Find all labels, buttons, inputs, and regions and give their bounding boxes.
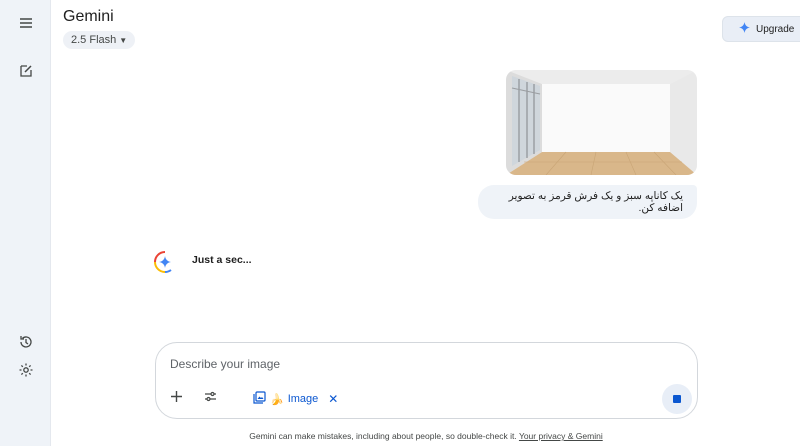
- model-label: 2.5 Flash: [71, 34, 117, 46]
- banana-icon: 🍌: [270, 393, 284, 406]
- user-message-text: یک کاناپه سبز و یک فرش قرمز به تصویر اضا…: [508, 190, 683, 214]
- close-icon[interactable]: ✕: [328, 392, 338, 406]
- image-library-icon: [253, 391, 266, 407]
- menu-icon: [18, 15, 34, 36]
- uploaded-room-image[interactable]: [506, 70, 697, 175]
- prompt-composer: 🍌 Image ✕: [155, 342, 698, 419]
- stop-button[interactable]: [662, 384, 692, 414]
- plus-icon: [170, 390, 183, 408]
- image-chip-label: Image: [287, 393, 319, 405]
- stop-icon: [673, 395, 681, 403]
- sidebar: [0, 0, 51, 446]
- menu-button[interactable]: [12, 11, 40, 39]
- activity-icon: [18, 334, 34, 355]
- gemini-loading-icon: [153, 250, 177, 274]
- status-text: Just a sec...: [192, 254, 252, 266]
- settings-icon: [18, 362, 34, 383]
- new-chat-button[interactable]: [12, 59, 40, 87]
- prompt-input[interactable]: [170, 356, 590, 372]
- app-title: Gemini: [63, 8, 114, 25]
- activity-button[interactable]: [12, 330, 40, 358]
- add-button[interactable]: [165, 388, 187, 410]
- new-chat-icon: [18, 63, 34, 84]
- settings-button[interactable]: [12, 358, 40, 386]
- upgrade-label: Upgrade: [756, 23, 795, 35]
- upgrade-button[interactable]: Upgrade: [722, 16, 800, 42]
- model-selector[interactable]: 2.5 Flash ▼: [63, 31, 136, 49]
- sparkle-icon: [739, 22, 750, 36]
- disclaimer: Gemini can make mistakes, including abou…: [0, 431, 800, 441]
- caret-down-icon: ▼: [119, 35, 128, 45]
- image-tool-chip[interactable]: 🍌 Image ✕: [253, 388, 338, 410]
- tools-button[interactable]: [199, 388, 221, 410]
- privacy-link[interactable]: Your privacy & Gemini: [519, 431, 603, 441]
- tune-icon: [204, 390, 217, 408]
- disclaimer-text: Gemini can make mistakes, including abou…: [249, 431, 517, 441]
- user-message: یک کاناپه سبز و یک فرش قرمز به تصویر اضا…: [478, 185, 697, 219]
